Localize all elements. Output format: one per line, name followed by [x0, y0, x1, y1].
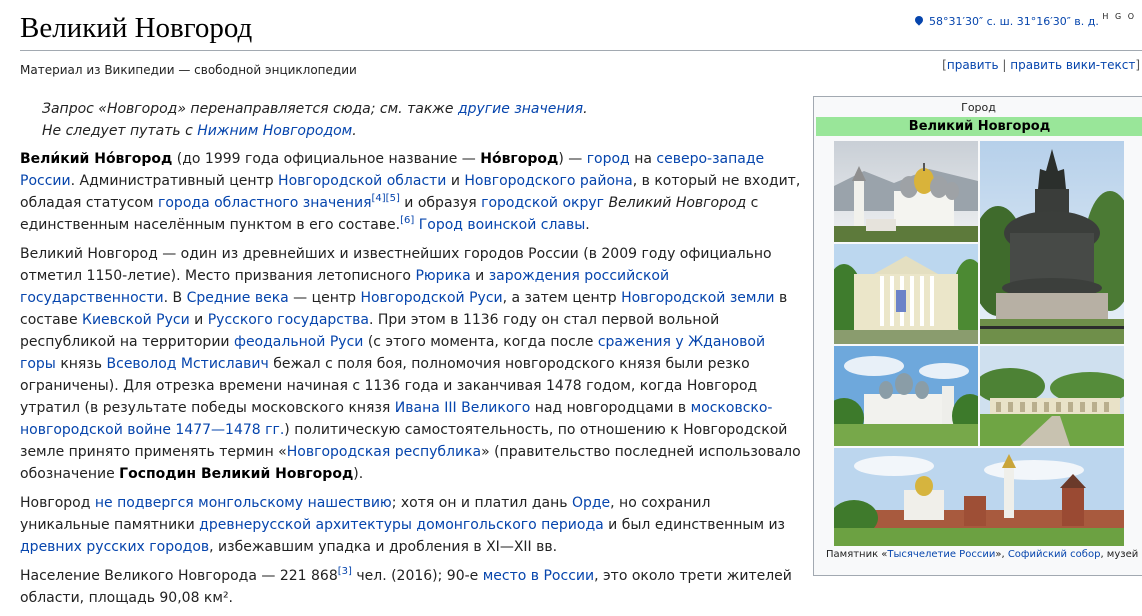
infobox-name: Великий Новгород: [816, 117, 1142, 136]
location-pin-icon: [913, 14, 925, 26]
link-novgorod-oblast[interactable]: Новгородской области: [278, 173, 446, 189]
reference-4-5[interactable]: [4][5]: [372, 193, 400, 204]
link-russian-state[interactable]: Русского государства: [208, 312, 369, 328]
photo-kremlin-panorama[interactable]: [834, 448, 1124, 546]
nizhny-novgorod-link[interactable]: Нижним Новгородом: [197, 123, 352, 139]
link-city-district[interactable]: городской округ: [481, 195, 604, 211]
link-feudal-rus[interactable]: феодальной Руси: [234, 334, 363, 350]
monastery-image: [834, 346, 978, 446]
reference-3[interactable]: [3]: [338, 566, 352, 577]
link-novgorod-rus[interactable]: Новгородской Руси: [360, 290, 502, 306]
caption-link-sophia[interactable]: Софийский собор: [1008, 549, 1101, 560]
link-oblast-city[interactable]: города областного значения: [158, 195, 372, 211]
hatnote: Запрос «Новгород» перенаправляется сюда;…: [42, 98, 588, 142]
link-novgorod-republic[interactable]: Новгородская республика: [287, 444, 481, 460]
link-city[interactable]: город: [587, 151, 630, 167]
hatnote-line-2: Не следует путать с Нижним Новгородом.: [42, 123, 357, 139]
museum-image: [834, 244, 978, 344]
reference-6[interactable]: [6]: [400, 215, 414, 226]
photo-arcade[interactable]: [980, 346, 1124, 446]
site-tagline: Материал из Википедии — свободной энцикл…: [20, 63, 357, 77]
link-horde[interactable]: Орде: [572, 495, 610, 511]
link-novgorod-district[interactable]: Новгородского района: [464, 173, 632, 189]
link-ancient-russian-cities[interactable]: древних русских городов: [20, 539, 209, 555]
link-ivan-iii[interactable]: Ивана III Великого: [395, 400, 531, 416]
link-rurik[interactable]: Рюрика: [415, 268, 470, 284]
photo-millennium-monument[interactable]: [980, 141, 1124, 344]
paragraph-intro: Вели́кий Но́вгород (до 1999 года официал…: [20, 151, 801, 233]
infobox-caption: Памятник «Тысячелетие России», Софийский…: [826, 549, 1139, 560]
coordinates-link[interactable]: 58°31′30″ с. ш. 31°16′30″ в. д.: [929, 15, 1099, 28]
coordinates-extra[interactable]: H G O: [1102, 12, 1136, 21]
link-novgorod-land[interactable]: Новгородской земли: [621, 290, 774, 306]
link-mongol-invasion[interactable]: не подвергся монгольскому нашествию: [95, 495, 392, 511]
title-divider: [20, 50, 1142, 51]
hatnote-line-1: Запрос «Новгород» перенаправляется сюда;…: [42, 101, 588, 117]
link-middle-ages[interactable]: Средние века: [187, 290, 289, 306]
monument-image: [980, 141, 1124, 344]
link-vsevolod-mstislavich[interactable]: Всеволод Мстиславич: [107, 356, 269, 372]
paragraph-mongol: Новгород не подвергся монгольскому нашес…: [20, 495, 785, 555]
link-military-glory-city[interactable]: Город воинской славы: [419, 217, 586, 233]
kremlin-image: [834, 448, 1124, 546]
link-pre-mongol-architecture[interactable]: древнерусской архитектуры домонгольского…: [199, 517, 604, 533]
coordinates: 58°31′30″ с. ш. 31°16′30″ в. д. H G O: [913, 12, 1136, 28]
photo-museum-building[interactable]: [834, 244, 978, 344]
link-rank-in-russia[interactable]: место в России: [483, 568, 594, 584]
edit-source-link[interactable]: править вики-текст: [1010, 58, 1135, 72]
caption-link-millennium[interactable]: Тысячелетие России: [887, 549, 995, 560]
photo-sophia-cathedral[interactable]: [834, 141, 978, 242]
page-title: Великий Новгород: [20, 12, 253, 44]
link-kievan-rus[interactable]: Киевской Руси: [82, 312, 190, 328]
edit-links: [править | править вики-текст]: [942, 58, 1140, 72]
edit-link[interactable]: править: [947, 58, 999, 72]
infobox: Город Великий Новгород Памятник «Тысячел…: [813, 96, 1142, 576]
arcade-image: [980, 346, 1124, 446]
article-body: Вели́кий Но́вгород (до 1999 года официал…: [20, 148, 802, 616]
photo-monastery[interactable]: [834, 346, 978, 446]
paragraph-population: Население Великого Новгорода — 221 868[3…: [20, 566, 792, 607]
infobox-type: Город: [961, 101, 996, 114]
other-meanings-link[interactable]: другие значения: [458, 101, 583, 117]
cathedral-image: [834, 141, 978, 242]
paragraph-history: Великий Новгород — один из древнейших и …: [20, 246, 801, 482]
